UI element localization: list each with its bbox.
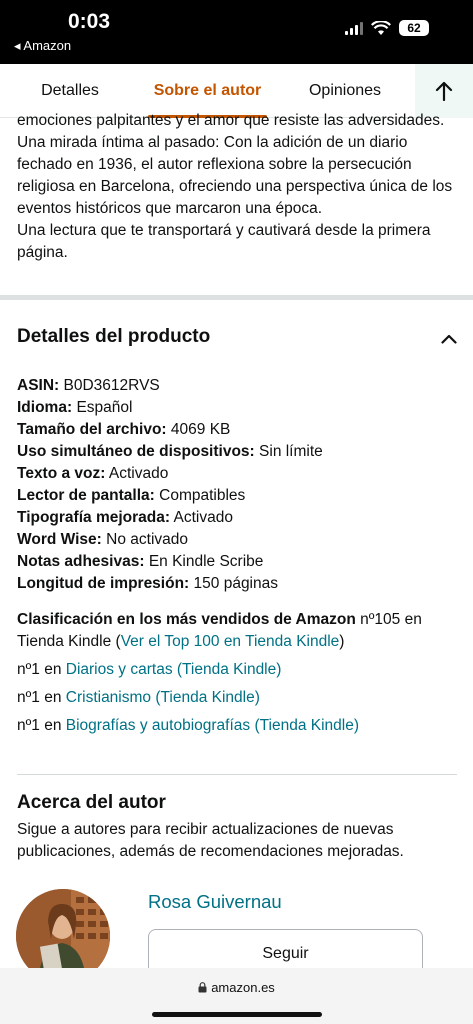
bestseller-main: Clasificación en los más vendidos de Ama…: [17, 609, 457, 653]
description-paragraph: Una lectura que te transportará y cautiv…: [17, 222, 431, 261]
detail-row: Word Wise: No activado: [17, 529, 457, 551]
detail-label: Notas adhesivas:: [17, 553, 145, 570]
home-indicator[interactable]: [152, 1012, 322, 1017]
detail-label: Lector de pantalla:: [17, 487, 155, 504]
description-paragraph: emociones palpitantes y el amor que resi…: [17, 112, 445, 129]
detail-label: Uso simultáneo de dispositivos:: [17, 443, 255, 460]
description-paragraph: Una mirada íntima al pasado: Con la adic…: [17, 134, 453, 217]
detail-row: ASIN: B0D3612RVS: [17, 375, 457, 397]
detail-label: Idioma:: [17, 399, 73, 416]
book-description: emociones palpitantes y el amor que resi…: [17, 110, 457, 264]
status-bar: 0:03 ◂ Amazon 62: [0, 0, 473, 64]
detail-value: Activado: [108, 465, 169, 482]
status-icons: 62: [345, 20, 429, 36]
author-name-link[interactable]: Rosa Guivernau: [148, 891, 282, 913]
cellular-signal-icon: [345, 21, 363, 35]
detail-value: Activado: [173, 509, 233, 526]
rank-prefix: nº1 en: [17, 661, 66, 678]
collapse-button[interactable]: [441, 328, 457, 349]
browser-url-bar: amazon.es: [0, 968, 473, 1024]
detail-row: Idioma: Español: [17, 397, 457, 419]
detail-label: Longitud de impresión:: [17, 575, 190, 592]
detail-label: ASIN:: [17, 377, 60, 394]
section-separator: [17, 774, 457, 775]
product-details-list: ASIN: B0D3612RVS Idioma: Español Tamaño …: [17, 375, 457, 595]
detail-value: Español: [76, 399, 133, 416]
detail-row: Notas adhesivas: En Kindle Scribe: [17, 551, 457, 573]
detail-value: No activado: [106, 531, 188, 548]
detail-value: B0D3612RVS: [63, 377, 160, 394]
section-divider: [0, 295, 473, 300]
detail-row: Uso simultáneo de dispositivos: Sin lími…: [17, 441, 457, 463]
detail-value: 4069 KB: [170, 421, 231, 438]
bestseller-ranking: Clasificación en los más vendidos de Ama…: [17, 609, 457, 737]
detail-label: Texto a voz:: [17, 465, 106, 482]
detail-value: Sin límite: [259, 443, 323, 460]
detail-label: Tipografía mejorada:: [17, 509, 171, 526]
bestseller-label: Clasificación en los más vendidos de Ama…: [17, 611, 356, 628]
back-to-app-link[interactable]: ◂ Amazon: [14, 38, 71, 54]
rank-item: nº1 en Cristianismo (Tienda Kindle): [17, 687, 457, 709]
status-time: 0:03: [68, 10, 111, 33]
detail-row: Longitud de impresión: 150 páginas: [17, 573, 457, 595]
lock-icon: [198, 982, 207, 993]
rank-prefix: nº1 en: [17, 689, 66, 706]
rank-item: nº1 en Biografías y autobiografías (Tien…: [17, 715, 457, 737]
detail-row: Tipografía mejorada: Activado: [17, 507, 457, 529]
detail-value: Compatibles: [159, 487, 246, 504]
product-details-title: Detalles del producto: [17, 326, 211, 347]
detail-label: Word Wise:: [17, 531, 102, 548]
rank-item: nº1 en Diarios y cartas (Tienda Kindle): [17, 659, 457, 681]
wifi-icon: [371, 20, 391, 35]
detail-value: 150 páginas: [193, 575, 278, 592]
rank-category-link[interactable]: Diarios y cartas (Tienda Kindle): [66, 661, 282, 678]
about-author-description: Sigue a autores para recibir actualizaci…: [17, 821, 404, 860]
detail-label: Tamaño del archivo:: [17, 421, 167, 438]
url-domain: amazon.es: [211, 980, 275, 995]
top-100-link[interactable]: Ver el Top 100 en Tienda Kindle: [121, 633, 340, 650]
battery-icon: 62: [399, 20, 429, 36]
detail-row: Tamaño del archivo: 4069 KB: [17, 419, 457, 441]
detail-row: Lector de pantalla: Compatibles: [17, 485, 457, 507]
detail-value: En Kindle Scribe: [148, 553, 264, 570]
rank-category-link[interactable]: Biografías y autobiografías (Tienda Kind…: [66, 717, 359, 734]
rank-prefix: nº1 en: [17, 717, 66, 734]
chevron-up-icon: [441, 334, 457, 344]
url-display[interactable]: amazon.es: [0, 980, 473, 995]
rank-category-link[interactable]: Cristianismo (Tienda Kindle): [66, 689, 260, 706]
arrow-up-icon: [435, 81, 453, 101]
detail-row: Texto a voz: Activado: [17, 463, 457, 485]
bestseller-close: ): [339, 633, 345, 650]
about-author-title: Acerca del autor: [17, 792, 166, 813]
